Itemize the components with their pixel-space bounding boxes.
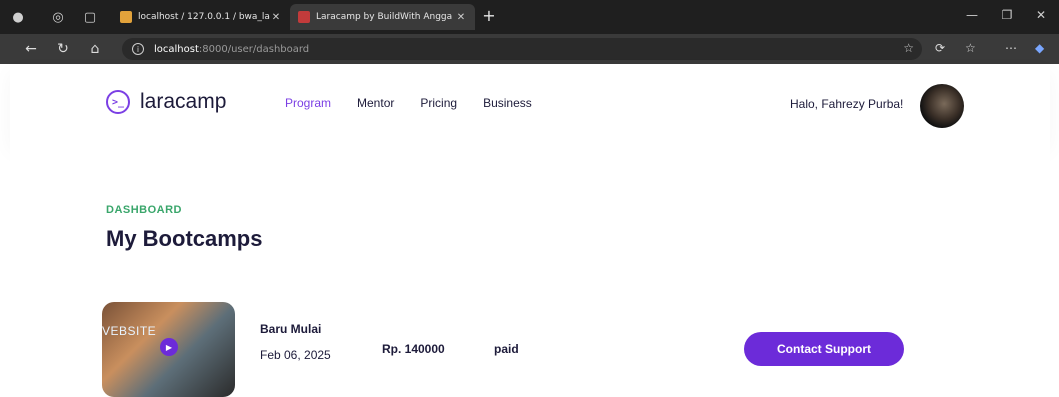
avatar[interactable]: [920, 84, 964, 128]
favorite-star-icon[interactable]: ☆: [903, 41, 914, 55]
bootcamp-thumbnail[interactable]: VEBSITE ▶: [102, 302, 235, 397]
close-icon[interactable]: ✕: [270, 12, 282, 23]
window-close-icon[interactable]: ✕: [1024, 8, 1058, 22]
browser-address-bar: ← ↻ ⌂ i localhost :8000/user/dashboard ☆: [0, 34, 1059, 64]
home-icon[interactable]: ⌂: [82, 41, 108, 57]
laracamp-favicon-icon: [298, 11, 310, 23]
site-header: >_ laracamp Program Mentor Pricing Busin…: [10, 64, 1050, 144]
workspaces-icon[interactable]: ◎: [50, 9, 66, 25]
new-tab-plus-icon[interactable]: +: [479, 6, 499, 30]
nav-item-mentor[interactable]: Mentor: [357, 96, 394, 110]
url-host: localhost: [154, 43, 199, 55]
profile-icon[interactable]: ●: [10, 9, 26, 25]
url-input[interactable]: i localhost :8000/user/dashboard ☆: [122, 38, 922, 60]
section-eyebrow: DASHBOARD: [106, 204, 182, 216]
reload-icon[interactable]: ↻: [50, 41, 76, 57]
payment-status: paid: [494, 342, 519, 356]
phpmyadmin-favicon-icon: [120, 11, 132, 23]
browser-tab-laracamp[interactable]: Laracamp by BuildWith Angga ✕: [290, 4, 475, 30]
play-icon[interactable]: ▶: [160, 338, 178, 356]
favorites-icon[interactable]: ☆: [965, 41, 976, 55]
nav-item-business[interactable]: Business: [483, 96, 532, 110]
info-icon[interactable]: i: [132, 43, 144, 55]
extensions-icon[interactable]: ⟳: [935, 41, 945, 55]
bootcamp-date: Feb 06, 2025: [260, 348, 331, 362]
url-path: :8000/user/dashboard: [198, 43, 310, 55]
bootcamp-row: VEBSITE ▶ Baru Mulai Feb 06, 2025 Rp. 14…: [102, 302, 1002, 397]
copilot-icon[interactable]: ◆: [1035, 41, 1044, 55]
restore-icon[interactable]: ❐: [990, 8, 1024, 22]
nav-item-program[interactable]: Program: [285, 96, 331, 110]
browser-tab-phpmyadmin[interactable]: localhost / 127.0.0.1 / bwa_laracan ✕: [112, 4, 290, 30]
thumbnail-caption: VEBSITE: [102, 324, 157, 338]
brand-logo[interactable]: >_ laracamp: [106, 90, 226, 114]
more-menu-icon[interactable]: ⋯: [1005, 41, 1017, 55]
page: >_ laracamp Program Mentor Pricing Busin…: [10, 64, 1050, 397]
tab-title: localhost / 127.0.0.1 / bwa_laracan: [138, 12, 270, 22]
bootcamp-price: Rp. 140000: [382, 342, 445, 356]
close-icon[interactable]: ✕: [455, 12, 467, 23]
minimize-icon[interactable]: —: [955, 8, 989, 22]
tab-title: Laracamp by BuildWith Angga: [316, 12, 453, 22]
terminal-prompt-icon: >_: [106, 90, 130, 114]
tab-actions-icon[interactable]: ▢: [82, 9, 98, 25]
browser-tab-bar: ● ◎ ▢ localhost / 127.0.0.1 / bwa_laraca…: [0, 0, 1059, 34]
page-title: My Bootcamps: [106, 226, 263, 251]
contact-support-button[interactable]: Contact Support: [744, 332, 904, 366]
user-greeting: Halo, Fahrezy Purba!: [790, 97, 904, 111]
bootcamp-status: Baru Mulai: [260, 322, 322, 336]
back-arrow-icon[interactable]: ←: [18, 41, 44, 57]
nav-item-pricing[interactable]: Pricing: [420, 96, 457, 110]
main-nav: Program Mentor Pricing Business: [285, 96, 532, 110]
brand-name: laracamp: [140, 90, 227, 113]
